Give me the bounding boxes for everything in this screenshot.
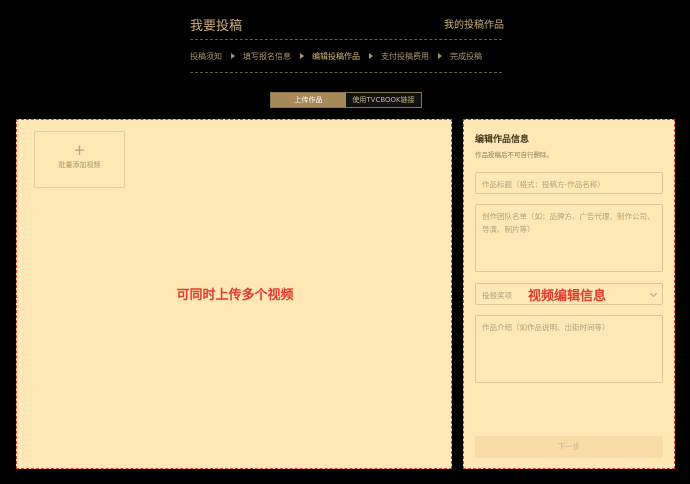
upload-mode-tabs: 上传作品 使用TVCBOOK链接 bbox=[270, 92, 422, 108]
step-registration[interactable]: 填写报名信息 bbox=[243, 51, 291, 62]
step-arrow-icon bbox=[438, 53, 442, 59]
step-arrow-icon bbox=[369, 53, 373, 59]
progress-steps: 投稿须知 填写报名信息 编辑投稿作品 支付投稿费用 完成投稿 bbox=[190, 48, 502, 64]
team-list-placeholder: 创作团队名单（如：品牌方、广告代理、制作公司、导演、制片等） bbox=[482, 212, 655, 234]
header-divider bbox=[190, 39, 502, 40]
next-button[interactable]: 下一步 bbox=[475, 436, 663, 458]
my-works-link[interactable]: 我的投稿作品 bbox=[444, 16, 504, 31]
step-notice[interactable]: 投稿须知 bbox=[190, 51, 222, 62]
team-list-textarea[interactable]: 创作团队名单（如：品牌方、广告代理、制作公司、导演、制片等） bbox=[475, 204, 663, 272]
step-arrow-icon bbox=[231, 53, 235, 59]
upload-panel: + 批量添加视频 可同时上传多个视频 bbox=[16, 119, 452, 469]
step-arrow-icon bbox=[300, 53, 304, 59]
step-payment[interactable]: 支付投稿费用 bbox=[381, 51, 429, 62]
work-title-placeholder: 作品标题（格式：投稿方-作品名称） bbox=[482, 180, 605, 189]
step-complete[interactable]: 完成投稿 bbox=[450, 51, 482, 62]
form-subtitle: 作品投稿后不可自行删除。 bbox=[475, 151, 553, 159]
upload-annotation: 可同时上传多个视频 bbox=[176, 288, 294, 303]
edit-info-panel: 编辑作品信息 作品投稿后不可自行删除。 作品标题（格式：投稿方-作品名称） 创作… bbox=[463, 119, 675, 469]
batch-add-video-button[interactable]: + 批量添加视频 bbox=[34, 131, 125, 188]
page-title: 我要投稿 bbox=[190, 19, 243, 34]
plus-icon: + bbox=[73, 141, 86, 159]
tab-tvcbook-link[interactable]: 使用TVCBOOK链接 bbox=[346, 93, 421, 107]
intro-textarea[interactable]: 作品介绍（如作品说明、出街时间等） bbox=[475, 315, 663, 383]
edit-annotation: 视频编辑信息 bbox=[528, 289, 607, 304]
batch-add-label: 批量添加视频 bbox=[58, 161, 101, 169]
step-edit-works[interactable]: 编辑投稿作品 bbox=[312, 51, 360, 62]
work-title-input[interactable]: 作品标题（格式：投稿方-作品名称） bbox=[475, 172, 663, 194]
tab-upload-works[interactable]: 上传作品 bbox=[271, 93, 346, 107]
form-title: 编辑作品信息 bbox=[475, 135, 530, 145]
intro-placeholder: 作品介绍（如作品说明、出街时间等） bbox=[482, 323, 610, 332]
steps-divider bbox=[190, 72, 502, 73]
